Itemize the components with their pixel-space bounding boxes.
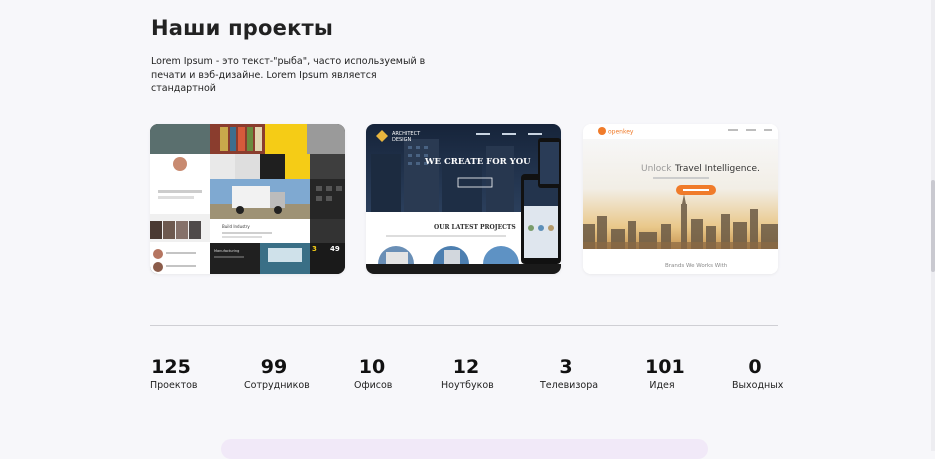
stat-value: 125 [151, 356, 191, 378]
stat-value: 99 [260, 356, 288, 378]
stat-label: Выходных [732, 380, 784, 391]
openkey-headline-bold: Travel Intelligence. [674, 164, 760, 174]
stat-projects: 125 Проектов [150, 355, 198, 393]
project-preview-industry: Build Industry Manufacturing 3 49 [150, 124, 345, 274]
industry-stat-b: 49 [330, 245, 340, 253]
stat-label: Ноутбуков [441, 380, 494, 391]
page-scrollbar[interactable] [931, 0, 935, 451]
openkey-headline-light: Unlock [641, 164, 672, 174]
openkey-brands-text: Brands We Works With [665, 263, 728, 269]
stat-value: 0 [748, 356, 762, 378]
stat-label: Телевизора [540, 380, 599, 391]
stats-row: 125 Проектов 99 Сотрудников 10 Офисов 12… [150, 355, 784, 400]
stat-value: 10 [358, 356, 386, 378]
project-card-openkey[interactable]: openkey Unlock Travel Intelligence. Bran… [583, 124, 778, 274]
project-preview-architect: ARCHITECT DESIGN WE CREATE FOR YOU OUR L… [366, 124, 561, 274]
project-card-industry[interactable]: Build Industry Manufacturing 3 49 [150, 124, 345, 274]
scrollbar-thumb[interactable] [931, 180, 935, 272]
section-divider [150, 325, 778, 326]
manufacturing-heading: Manufacturing [214, 249, 239, 253]
stat-label: Проектов [150, 380, 198, 391]
section-description: Lorem Ipsum - это текст-"рыба", часто ис… [151, 56, 426, 94]
stat-value: 101 [645, 356, 685, 378]
stat-label: Сотрудников [244, 380, 310, 391]
stat-ideas: 101 Идея [645, 355, 685, 393]
openkey-logo-text: openkey [608, 129, 634, 136]
stat-tvs: 3 Телевизора [540, 355, 599, 393]
stat-value: 12 [452, 356, 480, 378]
project-preview-openkey: openkey Unlock Travel Intelligence. Bran… [583, 124, 778, 274]
stat-offices: 10 Офисов [354, 355, 393, 393]
section-title: Наши проекты [151, 16, 334, 40]
project-card-architect[interactable]: ARCHITECT DESIGN WE CREATE FOR YOU OUR L… [366, 124, 561, 274]
stat-value: 3 [559, 356, 573, 378]
architect-hero-text: WE CREATE FOR YOU [424, 157, 531, 167]
architect-logo-line2: DESIGN [392, 137, 412, 143]
next-section-banner [221, 439, 708, 459]
stat-weekends: 0 Выходных [732, 355, 784, 393]
stat-laptops: 12 Ноутбуков [441, 355, 494, 393]
industry-heading: Build Industry [222, 224, 250, 229]
stat-label: Идея [649, 380, 675, 391]
architect-section-text: OUR LATEST PROJECTS [434, 224, 516, 231]
stat-label: Офисов [354, 380, 393, 391]
projects-grid: Build Industry Manufacturing 3 49 ARCHIT… [150, 124, 778, 274]
industry-stat-a: 3 [312, 245, 317, 253]
stat-employees: 99 Сотрудников [244, 355, 310, 393]
